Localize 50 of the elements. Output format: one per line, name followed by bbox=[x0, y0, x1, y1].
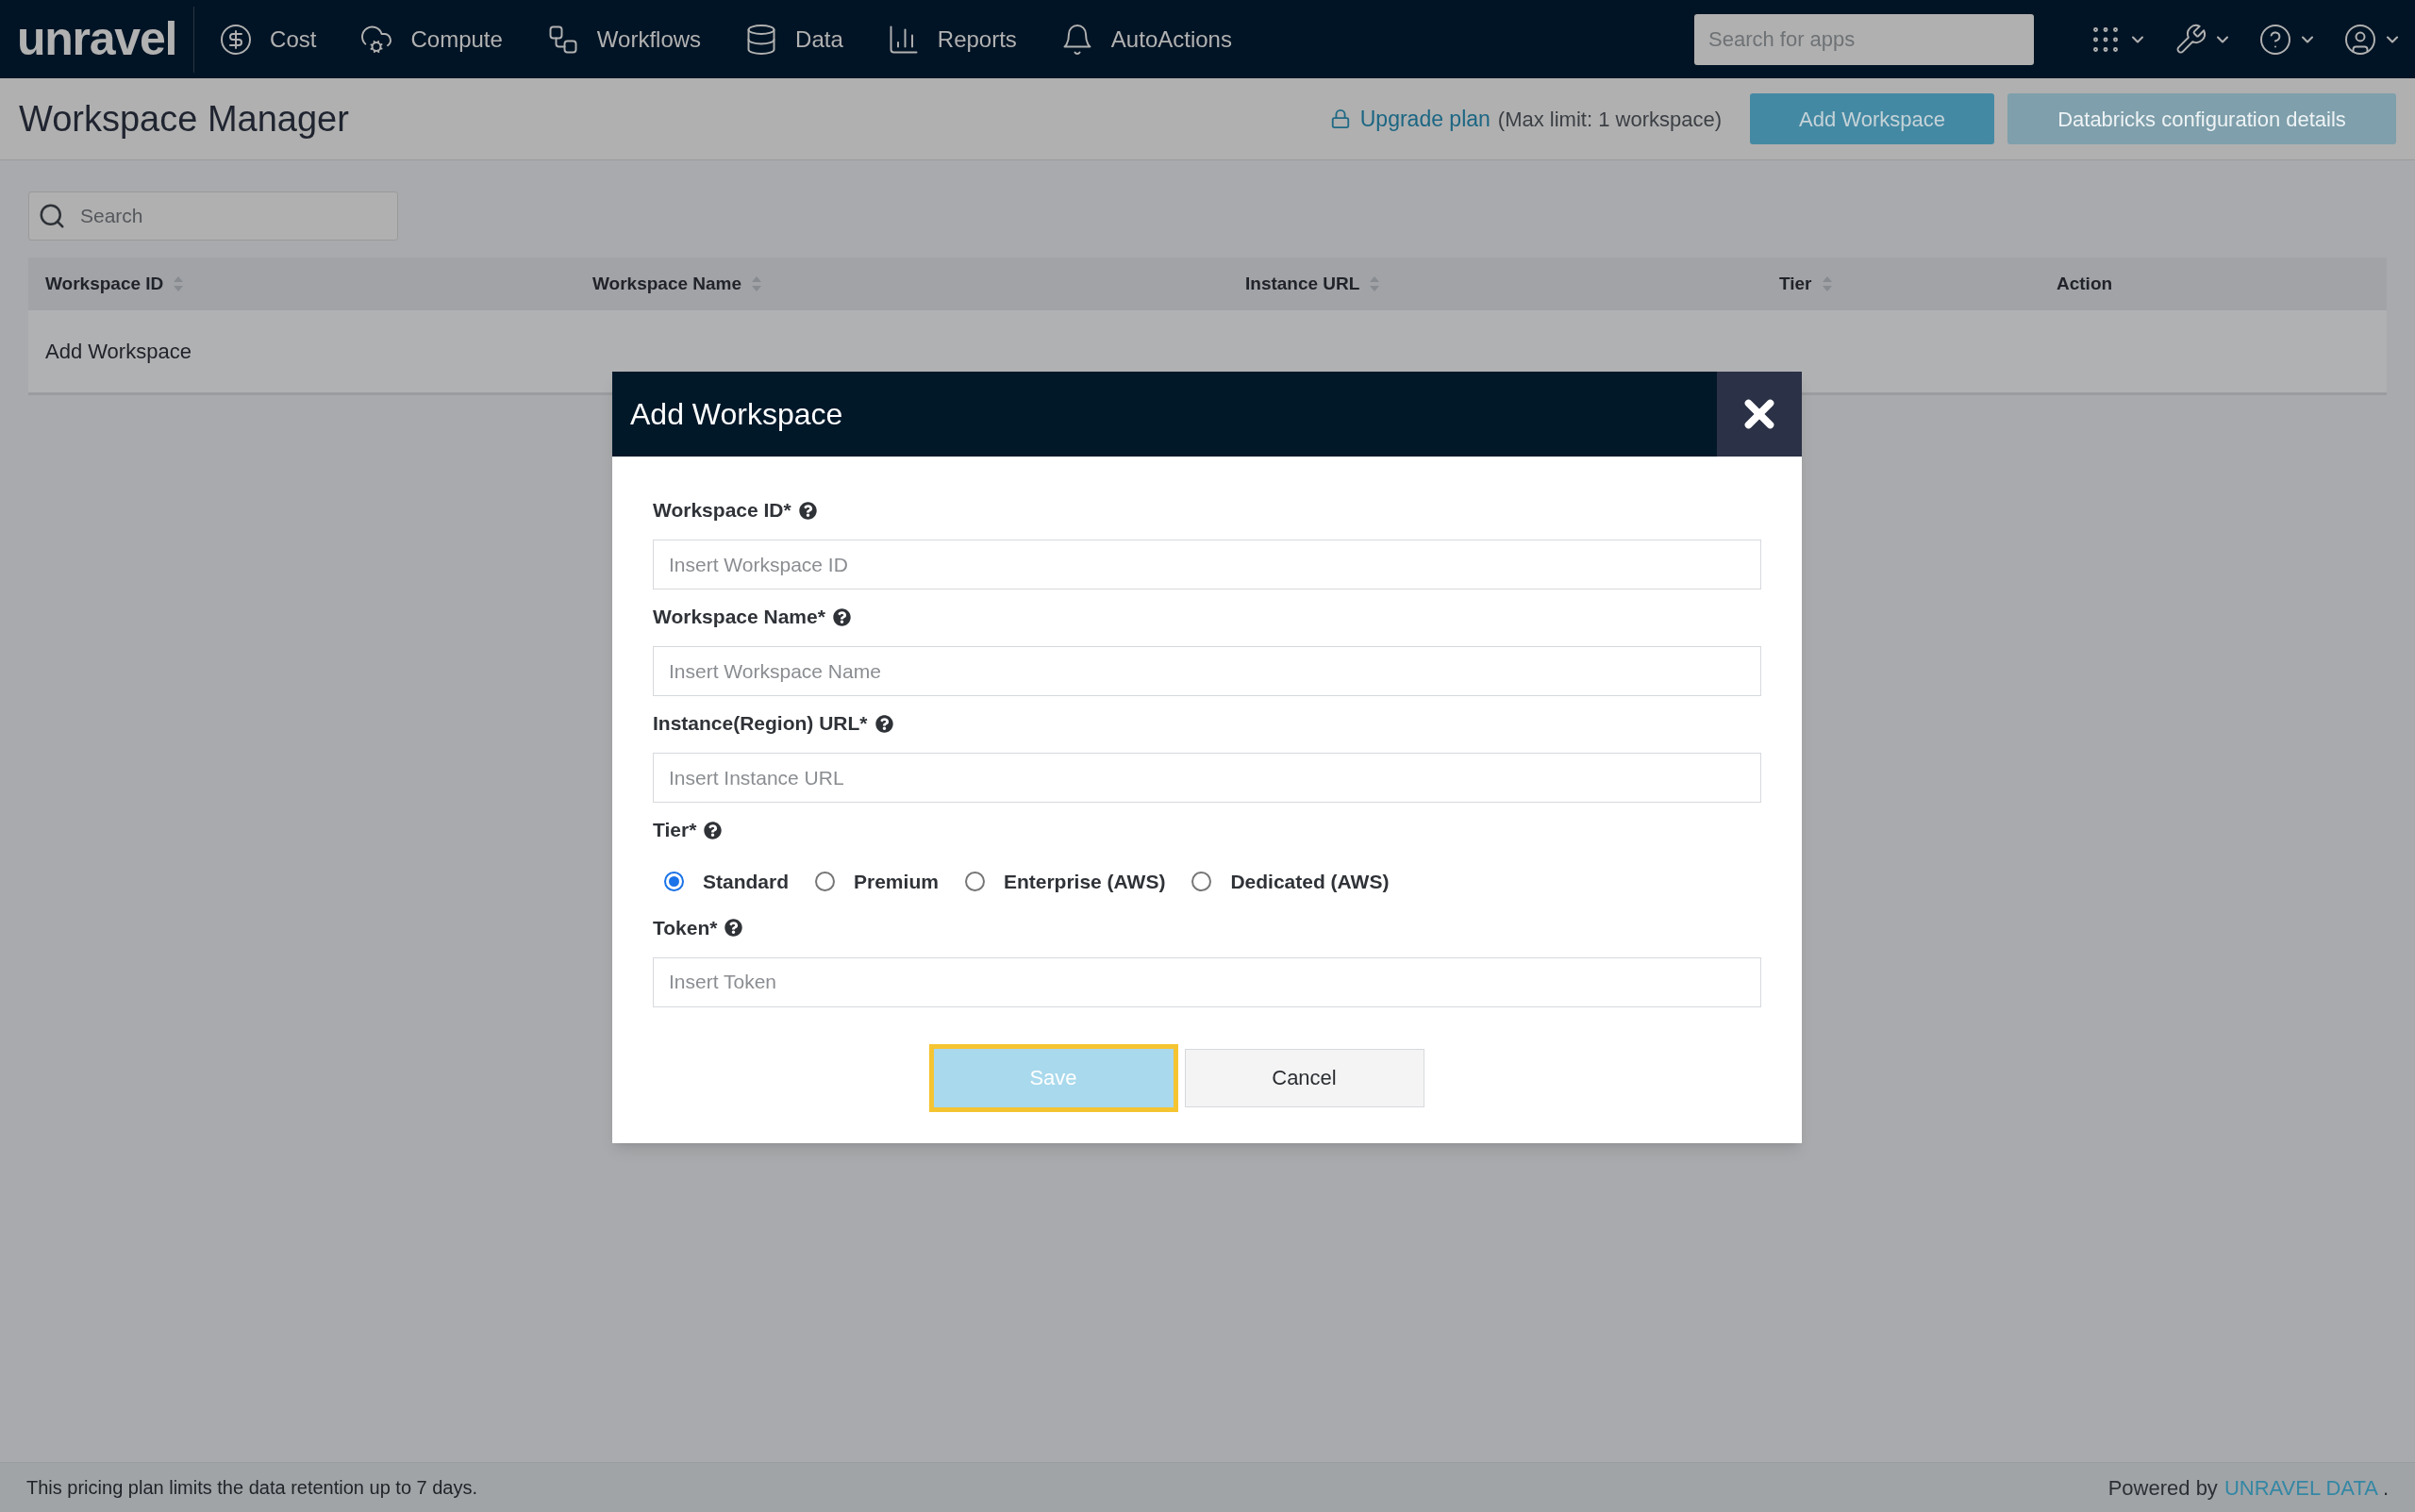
footer-punctuation: . bbox=[2382, 1474, 2389, 1502]
help-icon[interactable] bbox=[874, 714, 893, 733]
input-field[interactable]: Insert Workspace Name bbox=[653, 646, 1761, 696]
limit-note: (Max limit: 1 workspace) bbox=[1497, 106, 1722, 133]
column-header[interactable]: Tier bbox=[1779, 270, 1812, 298]
field-label: Instance(Region) URL* bbox=[653, 711, 868, 737]
search-icon bbox=[38, 202, 66, 230]
table-cell-text: Add Workspace bbox=[45, 339, 192, 365]
page-title: Workspace Manager bbox=[19, 97, 349, 141]
help-icon bbox=[2258, 22, 2292, 57]
radio-button[interactable] bbox=[815, 872, 835, 892]
nav-item[interactable]: Reports bbox=[886, 22, 1017, 57]
field-label: Token* bbox=[653, 915, 718, 940]
nav-item[interactable]: Workflows bbox=[545, 22, 702, 57]
footer-note: This pricing plan limits the data retention up to 7 days. bbox=[26, 1476, 478, 1500]
radio-button[interactable] bbox=[1191, 872, 1212, 892]
help-icon[interactable] bbox=[832, 607, 851, 626]
logo[interactable]: unravel bbox=[0, 6, 195, 73]
dialog-title: Add Workspace bbox=[629, 396, 844, 433]
powered-by-text: Powered by bbox=[2107, 1474, 2218, 1502]
radio-button[interactable] bbox=[964, 872, 985, 892]
radio-option[interactable]: Enterprise (AWS) bbox=[964, 867, 1166, 897]
help-icon[interactable] bbox=[704, 821, 723, 839]
nav-item[interactable]: Cost bbox=[219, 22, 317, 57]
table-search-field[interactable]: Search bbox=[28, 191, 398, 241]
input-field[interactable]: Insert Workspace ID bbox=[653, 540, 1761, 590]
column-header[interactable]: Workspace ID bbox=[45, 270, 164, 298]
nav-item[interactable]: AutoActions bbox=[1059, 22, 1232, 57]
help-icon[interactable] bbox=[798, 501, 817, 520]
dollar-icon bbox=[219, 22, 254, 57]
help-icon[interactable] bbox=[724, 919, 743, 937]
nav-item[interactable]: Compute bbox=[359, 22, 503, 57]
input-field[interactable]: Insert Token bbox=[653, 956, 1761, 1007]
cancel-button[interactable]: Cancel bbox=[1184, 1048, 1424, 1107]
close-button[interactable] bbox=[1717, 372, 1802, 457]
radio-option[interactable]: Dedicated (AWS) bbox=[1191, 867, 1390, 897]
column-header[interactable]: Workspace Name bbox=[592, 270, 742, 298]
lock-icon bbox=[1329, 108, 1351, 129]
search-field[interactable]: Search for apps bbox=[1694, 13, 2034, 65]
column-header[interactable]: Action bbox=[2057, 270, 2113, 298]
user-icon bbox=[2343, 22, 2377, 57]
radio-option[interactable]: Premium bbox=[815, 867, 939, 897]
radio-button[interactable] bbox=[664, 872, 684, 892]
field-label: Tier* bbox=[653, 818, 697, 843]
input-field[interactable]: Insert Instance URL bbox=[653, 753, 1761, 803]
radio-option[interactable]: Standard bbox=[664, 867, 789, 897]
column-header[interactable]: Instance URL bbox=[1245, 270, 1360, 298]
nav-item[interactable]: Data bbox=[744, 22, 843, 57]
field-label: Workspace ID* bbox=[653, 498, 791, 523]
field-label: Workspace Name* bbox=[653, 605, 825, 630]
